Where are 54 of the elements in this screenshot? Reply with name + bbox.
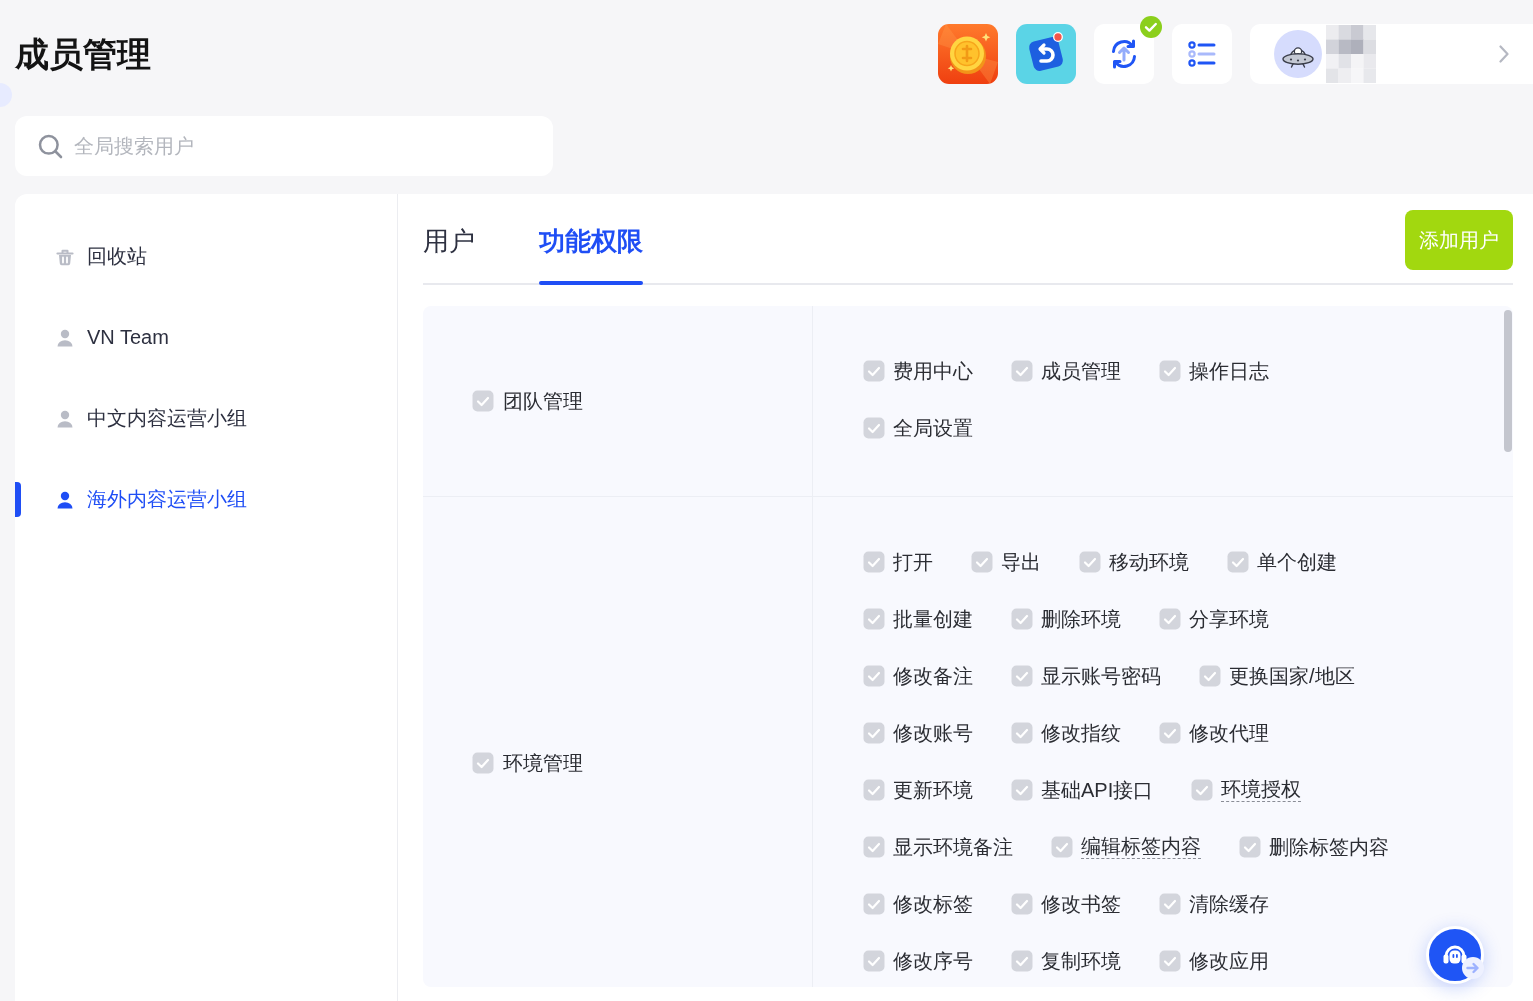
permission-label: 修改代理: [1189, 720, 1269, 746]
permission-label: 全局设置: [893, 415, 973, 441]
arrow-badge-icon: [1462, 957, 1484, 979]
permission-label: 导出: [1001, 549, 1041, 575]
person-icon: [55, 408, 75, 429]
permission-label: 基础API接口: [1041, 777, 1154, 803]
person-icon: [55, 489, 75, 510]
arrow-tile-icon[interactable]: [1016, 24, 1076, 84]
permission-label: 删除标签内容: [1269, 834, 1389, 860]
person-icon: [55, 327, 75, 348]
blurred-name-placeholder: [1326, 25, 1376, 83]
chevron-right-icon: [1499, 45, 1509, 63]
permission-label: 操作日志: [1189, 358, 1269, 384]
group-label: 环境管理: [503, 751, 583, 776]
tab[interactable]: 用户: [423, 210, 475, 285]
permission-label: 修改书签: [1041, 891, 1121, 917]
permission-label: 修改序号: [893, 948, 973, 974]
account-button[interactable]: [1250, 24, 1533, 84]
sidebar-item[interactable]: 回收站: [15, 216, 397, 297]
permission-label: 修改应用: [1189, 948, 1269, 974]
permission-label: 复制环境: [1041, 948, 1121, 974]
permission-label: 批量创建: [893, 606, 973, 632]
scrollbar[interactable]: [1504, 310, 1512, 452]
permission-label: 编辑标签内容: [1081, 834, 1201, 859]
permission-label: 分享环境: [1189, 606, 1269, 632]
search-icon: [38, 134, 63, 159]
list-button[interactable]: [1172, 24, 1232, 84]
permission-label: 修改账号: [893, 720, 973, 746]
permission-label: 修改备注: [893, 663, 973, 689]
permission-label: 环境授权: [1221, 777, 1302, 802]
page-title: 成员管理: [15, 34, 151, 75]
sidebar-item[interactable]: 中文内容运营小组: [15, 378, 397, 459]
permission-label: 单个创建: [1257, 549, 1337, 575]
permission-label: 更换国家/地区: [1229, 663, 1355, 689]
permission-label: 显示环境备注: [893, 834, 1013, 860]
avatar-icon: [1274, 30, 1322, 78]
permission-label: 修改指纹: [1041, 720, 1121, 746]
tab[interactable]: 功能权限: [539, 210, 643, 285]
list-icon: [1187, 39, 1217, 69]
upload-button[interactable]: [1094, 24, 1154, 84]
permission-label: 更新环境: [893, 777, 973, 803]
permission-label: 清除缓存: [1189, 891, 1269, 917]
permission-label: 删除环境: [1041, 606, 1121, 632]
permission-label: 修改标签: [893, 891, 973, 917]
search-field[interactable]: 全局搜索用户: [15, 116, 553, 176]
permission-label: 移动环境: [1109, 549, 1189, 575]
permission-label: 费用中心: [893, 358, 973, 384]
permission-label: 显示账号密码: [1041, 663, 1161, 689]
sidebar-item[interactable]: VN Team: [15, 297, 397, 378]
sidebar-item[interactable]: 海外内容运营小组: [15, 459, 397, 540]
permission-label: 打开: [893, 549, 933, 575]
permission-label: 成员管理: [1041, 358, 1121, 384]
group-label: 团队管理: [503, 389, 583, 414]
coin-icon[interactable]: [938, 24, 998, 84]
